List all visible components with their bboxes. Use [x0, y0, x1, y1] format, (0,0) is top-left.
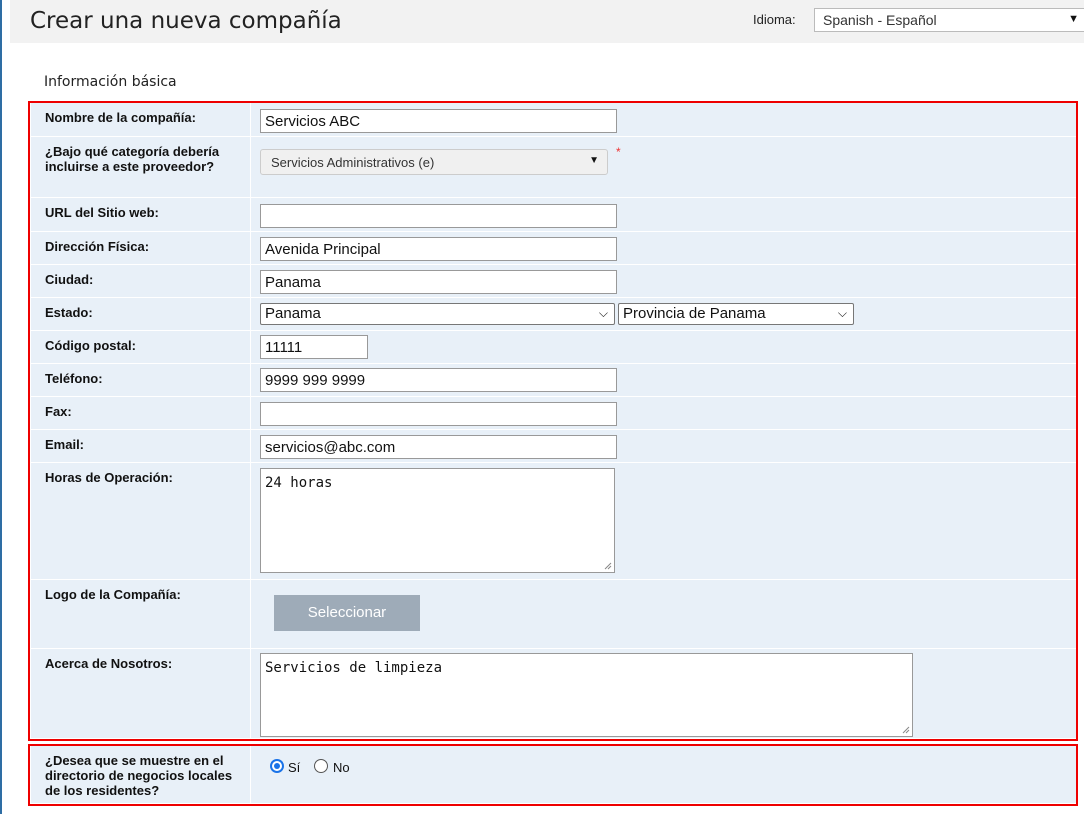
- row-state: Estado: Panama ⌵ Provincia de Panama ⌵: [31, 298, 1076, 331]
- fax-label: Fax:: [31, 397, 251, 429]
- company-name-label: Nombre de la compañía:: [31, 103, 251, 136]
- row-fax: Fax:: [31, 397, 1076, 430]
- window-edge: [0, 0, 2, 814]
- language-label: Idioma:: [753, 12, 796, 27]
- hours-text: 24 horas: [265, 475, 333, 491]
- email-label: Email:: [31, 430, 251, 462]
- radio-yes[interactable]: [270, 759, 284, 773]
- chevron-down-icon: ▼: [589, 155, 599, 166]
- chevron-down-icon: ⌵: [837, 306, 847, 320]
- show-in-directory-label: ¿Desea que se muestre en el directorio d…: [31, 746, 251, 803]
- row-hours: Horas de Operación: 24 horas: [31, 463, 1076, 580]
- radio-no[interactable]: [314, 759, 328, 773]
- city-input[interactable]: [260, 270, 617, 294]
- state-label: Estado:: [31, 298, 251, 330]
- row-city: Ciudad:: [31, 265, 1076, 298]
- company-name-input[interactable]: [260, 109, 617, 133]
- row-postal-code: Código postal:: [31, 331, 1076, 364]
- row-address: Dirección Física:: [31, 232, 1076, 265]
- row-show-in-directory: ¿Desea que se muestre en el directorio d…: [31, 746, 1076, 804]
- address-input[interactable]: [260, 237, 617, 261]
- radio-yes-label: Sí: [288, 760, 301, 775]
- resize-grip-icon[interactable]: [902, 726, 910, 734]
- chevron-down-icon: ▼: [1068, 13, 1079, 25]
- category-select-value: Servicios Administrativos (e): [271, 155, 435, 170]
- row-about: Acerca de Nosotros: Servicios de limpiez…: [31, 649, 1076, 739]
- row-company-name: Nombre de la compañía:: [31, 103, 1076, 137]
- province-select[interactable]: Provincia de Panama ⌵: [618, 303, 854, 325]
- fax-input[interactable]: [260, 402, 617, 426]
- radio-no-label: No: [333, 760, 350, 775]
- row-category: ¿Bajo qué categoría debería incluirse a …: [31, 137, 1076, 198]
- province-select-value: Provincia de Panama: [623, 305, 766, 322]
- city-label: Ciudad:: [31, 265, 251, 297]
- page-title: Crear una nueva compañía: [30, 8, 342, 34]
- phone-input[interactable]: [260, 368, 617, 392]
- website-input[interactable]: [260, 204, 617, 228]
- postal-code-input[interactable]: [260, 335, 368, 359]
- resize-grip-icon[interactable]: [604, 562, 612, 570]
- category-label: ¿Bajo qué categoría debería incluirse a …: [31, 137, 251, 197]
- row-email: Email:: [31, 430, 1076, 463]
- row-website: URL del Sitio web:: [31, 198, 1076, 232]
- phone-label: Teléfono:: [31, 364, 251, 396]
- section-title: Información básica: [44, 74, 177, 90]
- category-select[interactable]: Servicios Administrativos (e) ▼: [260, 149, 608, 175]
- select-logo-button[interactable]: Seleccionar: [274, 595, 420, 631]
- hours-label: Horas de Operación:: [31, 463, 251, 579]
- postal-code-label: Código postal:: [31, 331, 251, 363]
- about-textarea[interactable]: Servicios de limpieza: [260, 653, 913, 737]
- chevron-down-icon: ⌵: [598, 306, 608, 320]
- email-input[interactable]: [260, 435, 617, 459]
- row-logo: Logo de la Compañía: Seleccionar: [31, 580, 1076, 649]
- about-label: Acerca de Nosotros:: [31, 649, 251, 738]
- company-form: Nombre de la compañía: ¿Bajo qué categor…: [31, 103, 1076, 813]
- hours-textarea[interactable]: 24 horas: [260, 468, 615, 573]
- website-label: URL del Sitio web:: [31, 198, 251, 231]
- language-select-value: Spanish - Español: [823, 12, 937, 28]
- about-text: Servicios de limpieza: [265, 660, 443, 676]
- country-select-value: Panama: [265, 305, 321, 322]
- address-label: Dirección Física:: [31, 232, 251, 264]
- required-marker: *: [616, 145, 621, 159]
- language-select[interactable]: Spanish - Español ▼: [814, 8, 1084, 32]
- logo-label: Logo de la Compañía:: [31, 580, 251, 648]
- row-phone: Teléfono:: [31, 364, 1076, 397]
- country-select[interactable]: Panama ⌵: [260, 303, 615, 325]
- page-header: Crear una nueva compañía Idioma: Spanish…: [10, 0, 1084, 43]
